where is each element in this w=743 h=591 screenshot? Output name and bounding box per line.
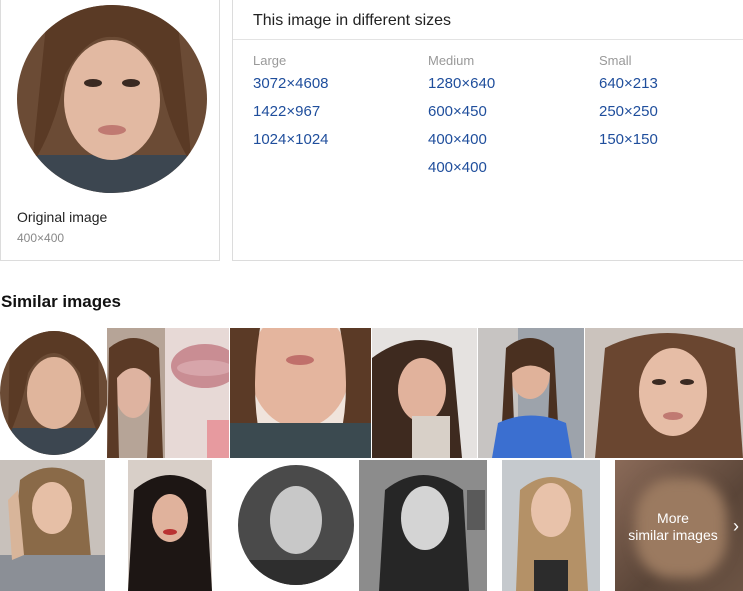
size-column-medium: Medium 1280×640 600×450 400×400 400×400: [428, 52, 495, 186]
sizes-divider: [233, 39, 743, 40]
size-header-medium: Medium: [428, 53, 475, 68]
size-link[interactable]: 250×250: [599, 102, 658, 130]
size-link[interactable]: 640×213: [599, 74, 658, 102]
size-header-small: Small: [599, 53, 632, 68]
original-image-label[interactable]: Original image: [17, 209, 107, 225]
original-image-card: Original image 400×400: [0, 0, 220, 261]
size-link[interactable]: 1024×1024: [253, 130, 329, 158]
size-link[interactable]: 400×400: [428, 130, 495, 158]
original-image-thumbnail[interactable]: [17, 5, 207, 193]
original-image-size: 400×400: [17, 231, 65, 245]
more-images-label-line1: More: [657, 510, 689, 526]
similar-image-thumbnail[interactable]: [478, 328, 584, 458]
similar-image-thumbnail[interactable]: [165, 328, 229, 458]
size-link[interactable]: 3072×4608: [253, 74, 329, 102]
similar-image-thumbnail[interactable]: [372, 328, 477, 458]
more-images-label: More similar images: [615, 510, 731, 544]
similar-image-thumbnail[interactable]: [234, 460, 358, 591]
similar-image-thumbnail[interactable]: [585, 328, 743, 458]
size-link[interactable]: 1422×967: [253, 102, 329, 130]
size-link[interactable]: 600×450: [428, 102, 495, 130]
similar-image-thumbnail[interactable]: [502, 460, 600, 591]
sizes-title: This image in different sizes: [253, 12, 452, 29]
size-column-large: Large 3072×4608 1422×967 1024×1024: [253, 52, 329, 158]
similar-images-title: Similar images: [1, 292, 122, 311]
size-link[interactable]: 400×400: [428, 158, 495, 186]
similar-image-thumbnail[interactable]: [107, 328, 165, 458]
similar-image-thumbnail[interactable]: [0, 460, 105, 591]
similar-image-thumbnail[interactable]: [359, 460, 487, 591]
more-images-label-line2: similar images: [628, 527, 718, 543]
size-header-large: Large: [253, 53, 287, 68]
chevron-right-icon: ›: [733, 516, 739, 536]
similar-image-thumbnail[interactable]: [230, 328, 371, 458]
image-sizes-card: This image in different sizes Large 3072…: [232, 0, 743, 261]
size-link[interactable]: 1280×640: [428, 74, 495, 102]
size-column-small: Small 640×213 250×250 150×150: [599, 52, 658, 158]
size-link[interactable]: 150×150: [599, 130, 658, 158]
more-similar-images-button[interactable]: More similar images ›: [615, 460, 743, 591]
similar-image-thumbnail[interactable]: [128, 460, 212, 591]
similar-image-thumbnail[interactable]: [0, 328, 107, 458]
